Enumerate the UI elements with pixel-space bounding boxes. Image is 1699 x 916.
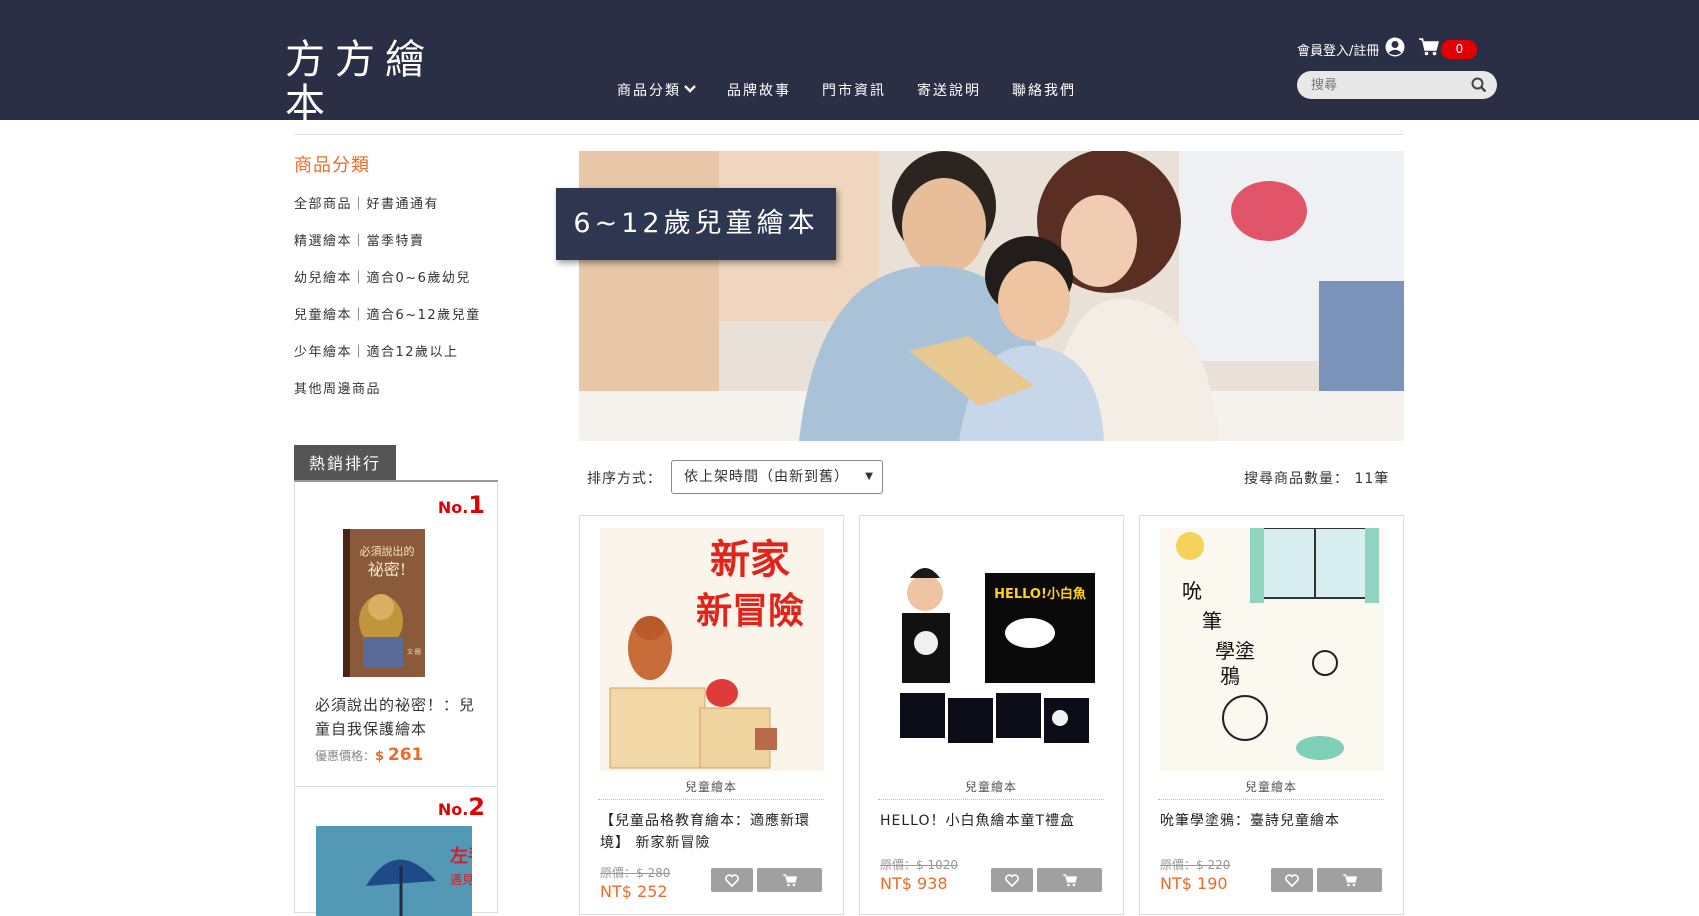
product-original-price: 原價：$ 1020: [880, 858, 958, 872]
dropdown-arrow-icon: ▼: [865, 471, 874, 482]
product-price: NT$ 190: [1160, 874, 1228, 893]
product-image[interactable]: HELLO!小白魚: [880, 528, 1104, 771]
product-image[interactable]: 吮 筆 學塗 鴉: [1160, 528, 1384, 771]
bestseller-price: 優惠價格：$ 261: [315, 745, 423, 765]
svg-text:新冒險: 新冒險: [696, 591, 804, 632]
svg-text:吮: 吮: [1182, 579, 1202, 603]
member-login-link[interactable]: 會員登入/註冊: [1297, 40, 1379, 59]
price-value: 261: [387, 745, 424, 765]
logo-subtitle: Fang Fang Picture Book: [299, 124, 450, 138]
product-price: NT$ 938: [880, 874, 948, 893]
search-input[interactable]: [1311, 76, 1461, 94]
nav-label: 門市資訊: [822, 83, 886, 99]
product-name[interactable]: 吮筆學塗鴉：臺詩兒童繪本: [1160, 810, 1380, 832]
category-item-other[interactable]: 其他周邊商品: [294, 378, 481, 415]
cart-icon[interactable]: [1419, 38, 1440, 60]
svg-text:學塗: 學塗: [1215, 639, 1255, 663]
category-list: 全部商品｜好書通通有 精選繪本｜當季特賣 幼兒繪本｜適合0~6歲幼兒 兒童繪本｜…: [294, 193, 481, 415]
sort-selected-value: 依上架時間（由新到舊）: [684, 469, 849, 485]
nav-label: 寄送說明: [917, 83, 981, 99]
main-nav: 商品分類 品牌故事 門市資訊 寄送說明 聯絡我們: [617, 80, 1107, 100]
divider: [294, 134, 1404, 135]
product-name[interactable]: 【兒童品格教育繪本：適應新環境】 新家新冒險: [600, 810, 820, 854]
nav-item-contact[interactable]: 聯絡我們: [1012, 80, 1076, 100]
category-item-featured[interactable]: 精選繪本｜當季特賣: [294, 230, 481, 267]
svg-text:祕密!: 祕密!: [368, 560, 406, 579]
bestseller-name[interactable]: 必須說出的祕密！：兒童自我保護繪本: [315, 693, 485, 741]
result-count: 搜尋商品數量： 11筆: [1244, 471, 1390, 487]
favorite-button[interactable]: [1271, 868, 1313, 892]
user-icon[interactable]: [1385, 37, 1405, 61]
logo-title: 方方繪本: [285, 37, 435, 127]
banner-title: 6~12歲兒童繪本: [556, 188, 836, 260]
add-to-cart-button[interactable]: [1037, 868, 1102, 892]
product-card[interactable]: HELLO!小白魚 兒童繪本 HELLO！小白魚繪本童T禮盒 原價：$ 1020…: [859, 515, 1124, 915]
cart-count-badge: 0: [1441, 39, 1478, 59]
nav-item-brand-story[interactable]: 品牌故事: [727, 80, 791, 100]
product-original-price: 原價：$ 220: [1160, 858, 1231, 872]
category-item-youth[interactable]: 少年繪本｜適合12歲以上: [294, 341, 481, 378]
svg-text:文·圖: 文·圖: [407, 648, 421, 656]
rank-prefix: No.: [437, 800, 469, 819]
product-card[interactable]: 吮 筆 學塗 鴉 兒童繪本 吮筆學塗鴉：臺詩兒童繪本 原價：$ 220 NT$ …: [1139, 515, 1404, 915]
search-icon[interactable]: [1471, 77, 1487, 97]
price-currency: $: [375, 749, 385, 764]
cart-icon: [782, 873, 797, 886]
nav-label: 聯絡我們: [1012, 83, 1076, 99]
bestseller-list: No.1 必須說出的 祕密! 文·圖 必須說出的祕密！：兒童自我保護繪本 優惠價…: [294, 483, 498, 916]
svg-text:遇見: 遇見: [450, 873, 472, 887]
svg-text:新家: 新家: [710, 537, 790, 583]
rank-number: 1: [468, 491, 485, 519]
member-area: 會員登入/註冊 0: [1297, 37, 1478, 61]
site-logo[interactable]: 方方繪本 Fang Fang Picture Book: [285, 38, 465, 138]
rank-label: No.1: [438, 491, 485, 519]
bestseller-item[interactable]: No.1 必須說出的 祕密! 文·圖 必須說出的祕密！：兒童自我保護繪本 優惠價…: [295, 483, 497, 787]
search-box: [1297, 71, 1497, 99]
product-name[interactable]: HELLO！小白魚繪本童T禮盒: [880, 810, 1100, 832]
svg-text:左手: 左手: [450, 845, 472, 867]
category-item-children[interactable]: 兒童繪本｜適合6~12歲兒童: [294, 304, 481, 341]
product-category: 兒童繪本: [878, 778, 1104, 800]
product-price: NT$ 252: [600, 882, 668, 901]
heart-icon: [725, 873, 739, 887]
svg-text:必須說出的: 必須說出的: [360, 544, 415, 558]
favorite-button[interactable]: [991, 868, 1033, 892]
nav-item-categories[interactable]: 商品分類: [617, 80, 696, 100]
add-to-cart-button[interactable]: [1317, 868, 1382, 892]
nav-item-store-info[interactable]: 門市資訊: [822, 80, 886, 100]
heart-icon: [1285, 873, 1299, 887]
svg-text:筆: 筆: [1202, 609, 1222, 633]
product-image[interactable]: 新家 新冒險: [600, 528, 824, 771]
product-original-price: 原價：$ 280: [600, 866, 671, 880]
sort-select[interactable]: 依上架時間（由新到舊） ▼: [671, 460, 883, 494]
product-category: 兒童繪本: [1158, 778, 1384, 800]
heart-icon: [1005, 873, 1019, 887]
category-heading: 商品分類: [294, 155, 370, 176]
book-cover-image[interactable]: 左手 遇見: [316, 826, 472, 916]
rank-number: 2: [468, 793, 485, 821]
book-cover-image[interactable]: 必須說出的 祕密! 文·圖: [343, 529, 425, 677]
product-card[interactable]: 新家 新冒險 兒童繪本 【兒童品格教育繪本：適應新環境】 新家新冒險 原價：$ …: [579, 515, 844, 915]
category-item-toddler[interactable]: 幼兒繪本｜適合0~6歲幼兒: [294, 267, 481, 304]
category-item-all[interactable]: 全部商品｜好書通通有: [294, 193, 481, 230]
sort-label: 排序方式：: [587, 471, 662, 487]
bestseller-rule: [294, 480, 498, 482]
bestseller-tab: 熱銷排行: [294, 445, 396, 482]
cart-icon: [1342, 873, 1357, 886]
add-to-cart-button[interactable]: [757, 868, 822, 892]
nav-label: 商品分類: [617, 83, 681, 99]
chevron-down-icon: [684, 82, 696, 98]
site-header: 方方繪本 Fang Fang Picture Book 商品分類 品牌故事 門市…: [0, 0, 1699, 138]
svg-text:鴉: 鴉: [1220, 664, 1240, 688]
rank-prefix: No.: [437, 498, 469, 517]
cart-icon: [1062, 873, 1077, 886]
nav-label: 品牌故事: [727, 83, 791, 99]
nav-item-shipping[interactable]: 寄送說明: [917, 80, 981, 100]
price-label: 優惠價格：: [315, 749, 376, 763]
svg-text:HELLO!小白魚: HELLO!小白魚: [994, 586, 1086, 602]
product-category: 兒童繪本: [598, 778, 824, 800]
favorite-button[interactable]: [711, 868, 753, 892]
rank-label: No.2: [438, 793, 485, 821]
